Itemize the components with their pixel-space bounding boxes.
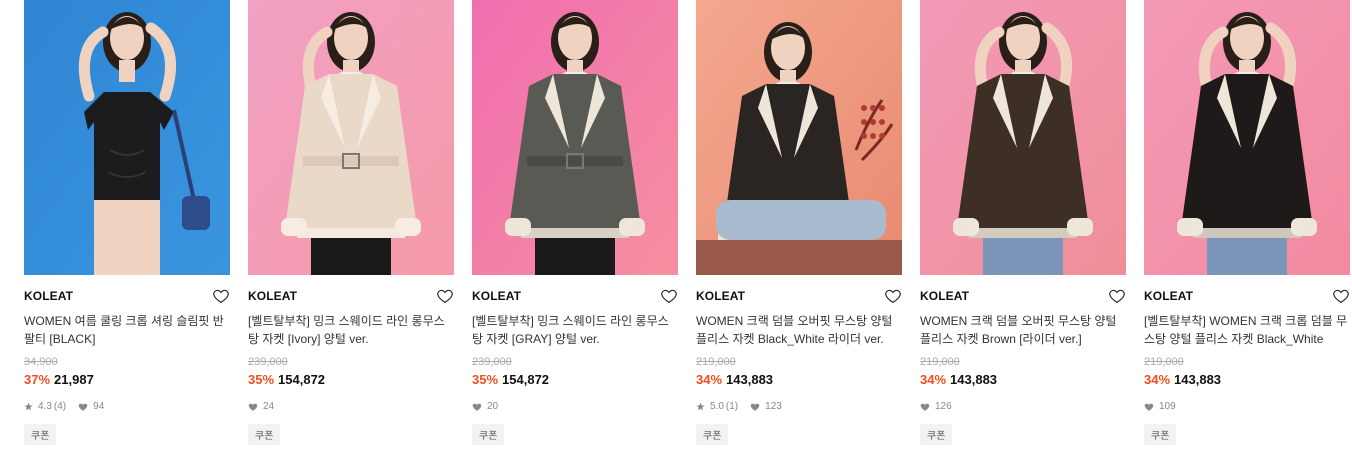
product-title[interactable]: [벨트탈부착] 밍크 스웨이드 라인 롱무스탕 자켓 [Ivory] 양털 ve… <box>248 312 454 348</box>
product-meta: 5.0 (1) 123 <box>696 401 782 412</box>
sale-price: 21,987 <box>54 372 94 387</box>
coupon-badge: 쿠폰 <box>920 424 953 445</box>
sale-price: 143,883 <box>726 372 774 387</box>
price-row: 37% 21,987 <box>24 372 94 387</box>
discount-rate: 35% <box>472 372 499 387</box>
likes-count: 123 <box>765 401 782 412</box>
product-grid: KOLEAT WOMEN 여름 쿨링 크롭 셔링 슬림핏 반팔티 [BLACK]… <box>0 0 1352 460</box>
original-price: 34,900 <box>24 356 58 368</box>
product-image[interactable] <box>1144 0 1350 275</box>
review-count: (1) <box>725 401 739 412</box>
discount-rate: 34% <box>696 372 723 387</box>
product-photo <box>472 0 678 275</box>
likes-count: 94 <box>93 401 105 412</box>
product-image[interactable] <box>24 0 230 275</box>
product-card[interactable]: KOLEAT [벨트탈부착] 밍크 스웨이드 라인 롱무스탕 자켓 [GRAY]… <box>472 0 678 460</box>
brand-name[interactable]: KOLEAT <box>248 289 297 303</box>
brand-row: KOLEAT <box>1144 287 1350 305</box>
product-photo <box>24 0 230 275</box>
wishlist-heart-icon[interactable] <box>1332 287 1350 305</box>
product-image[interactable] <box>248 0 454 275</box>
price-row: 34% 143,883 <box>1144 372 1221 387</box>
likes-count: 20 <box>487 401 499 412</box>
rating-star-icon <box>696 402 705 411</box>
brand-row: KOLEAT <box>920 287 1126 305</box>
likes-heart-icon <box>920 402 930 412</box>
product-card[interactable]: KOLEAT [벨트탈부착] 밍크 스웨이드 라인 롱무스탕 자켓 [Ivory… <box>248 0 454 460</box>
product-meta: 109 <box>1144 401 1176 412</box>
coupon-badge: 쿠폰 <box>472 424 505 445</box>
likes-heart-icon <box>248 402 258 412</box>
product-card[interactable]: KOLEAT WOMEN 여름 쿨링 크롭 셔링 슬림핏 반팔티 [BLACK]… <box>24 0 230 460</box>
product-card[interactable]: KOLEAT [벨트탈부착] WOMEN 크랙 크롭 덤블 무스탕 양털 플리스… <box>1144 0 1350 460</box>
coupon-badge: 쿠폰 <box>696 424 729 445</box>
rating-value: 4.3 <box>38 401 52 412</box>
price-row: 34% 143,883 <box>920 372 997 387</box>
likes-heart-icon <box>1144 402 1154 412</box>
product-meta: 4.3 (4) 94 <box>24 401 104 412</box>
brand-name[interactable]: KOLEAT <box>472 289 521 303</box>
original-price: 219,000 <box>696 356 736 368</box>
product-image[interactable] <box>696 0 902 275</box>
likes-heart-icon <box>78 402 88 412</box>
product-image[interactable] <box>472 0 678 275</box>
rating-star-icon <box>24 402 33 411</box>
original-price: 219,000 <box>1144 356 1184 368</box>
product-title[interactable]: WOMEN 크랙 덤블 오버핏 무스탕 양털 플리스 자켓 Brown [라이더… <box>920 312 1126 348</box>
price-row: 34% 143,883 <box>696 372 773 387</box>
wishlist-heart-icon[interactable] <box>436 287 454 305</box>
coupon-badge: 쿠폰 <box>1144 424 1177 445</box>
product-photo <box>920 0 1126 275</box>
brand-row: KOLEAT <box>472 287 678 305</box>
likes-count: 109 <box>1159 401 1176 412</box>
likes-count: 126 <box>935 401 952 412</box>
original-price: 239,000 <box>472 356 512 368</box>
brand-row: KOLEAT <box>248 287 454 305</box>
product-card[interactable]: KOLEAT WOMEN 크랙 덤블 오버핏 무스탕 양털 플리스 자켓 Bro… <box>920 0 1126 460</box>
brand-name[interactable]: KOLEAT <box>696 289 745 303</box>
wishlist-heart-icon[interactable] <box>1108 287 1126 305</box>
price-row: 35% 154,872 <box>248 372 325 387</box>
likes-heart-icon <box>750 402 760 412</box>
original-price: 219,000 <box>920 356 960 368</box>
price-row: 35% 154,872 <box>472 372 549 387</box>
product-photo <box>1144 0 1350 275</box>
coupon-badge: 쿠폰 <box>248 424 281 445</box>
brand-name[interactable]: KOLEAT <box>1144 289 1193 303</box>
product-image[interactable] <box>920 0 1126 275</box>
discount-rate: 35% <box>248 372 275 387</box>
sale-price: 154,872 <box>502 372 550 387</box>
product-photo <box>696 0 902 275</box>
brand-row: KOLEAT <box>24 287 230 305</box>
coupon-badge: 쿠폰 <box>24 424 57 445</box>
product-meta: 20 <box>472 401 498 412</box>
sale-price: 143,883 <box>950 372 998 387</box>
wishlist-heart-icon[interactable] <box>884 287 902 305</box>
review-count: (4) <box>53 401 67 412</box>
sale-price: 143,883 <box>1174 372 1222 387</box>
brand-row: KOLEAT <box>696 287 902 305</box>
wishlist-heart-icon[interactable] <box>212 287 230 305</box>
product-title[interactable]: WOMEN 여름 쿨링 크롭 셔링 슬림핏 반팔티 [BLACK] <box>24 312 230 348</box>
product-meta: 126 <box>920 401 952 412</box>
likes-heart-icon <box>472 402 482 412</box>
product-meta: 24 <box>248 401 274 412</box>
rating-value: 5.0 <box>710 401 724 412</box>
product-title[interactable]: WOMEN 크랙 덤블 오버핏 무스탕 양털 플리스 자켓 Black_Whit… <box>696 312 902 348</box>
brand-name[interactable]: KOLEAT <box>920 289 969 303</box>
product-card[interactable]: KOLEAT WOMEN 크랙 덤블 오버핏 무스탕 양털 플리스 자켓 Bla… <box>696 0 902 460</box>
original-price: 239,000 <box>248 356 288 368</box>
brand-name[interactable]: KOLEAT <box>24 289 73 303</box>
discount-rate: 34% <box>1144 372 1171 387</box>
discount-rate: 37% <box>24 372 51 387</box>
product-photo <box>248 0 454 275</box>
discount-rate: 34% <box>920 372 947 387</box>
likes-count: 24 <box>263 401 275 412</box>
wishlist-heart-icon[interactable] <box>660 287 678 305</box>
sale-price: 154,872 <box>278 372 326 387</box>
product-title[interactable]: [벨트탈부착] WOMEN 크랙 크롭 덤블 무스탕 양털 플리스 자켓 Bla… <box>1144 312 1350 348</box>
product-title[interactable]: [벨트탈부착] 밍크 스웨이드 라인 롱무스탕 자켓 [GRAY] 양털 ver… <box>472 312 678 348</box>
